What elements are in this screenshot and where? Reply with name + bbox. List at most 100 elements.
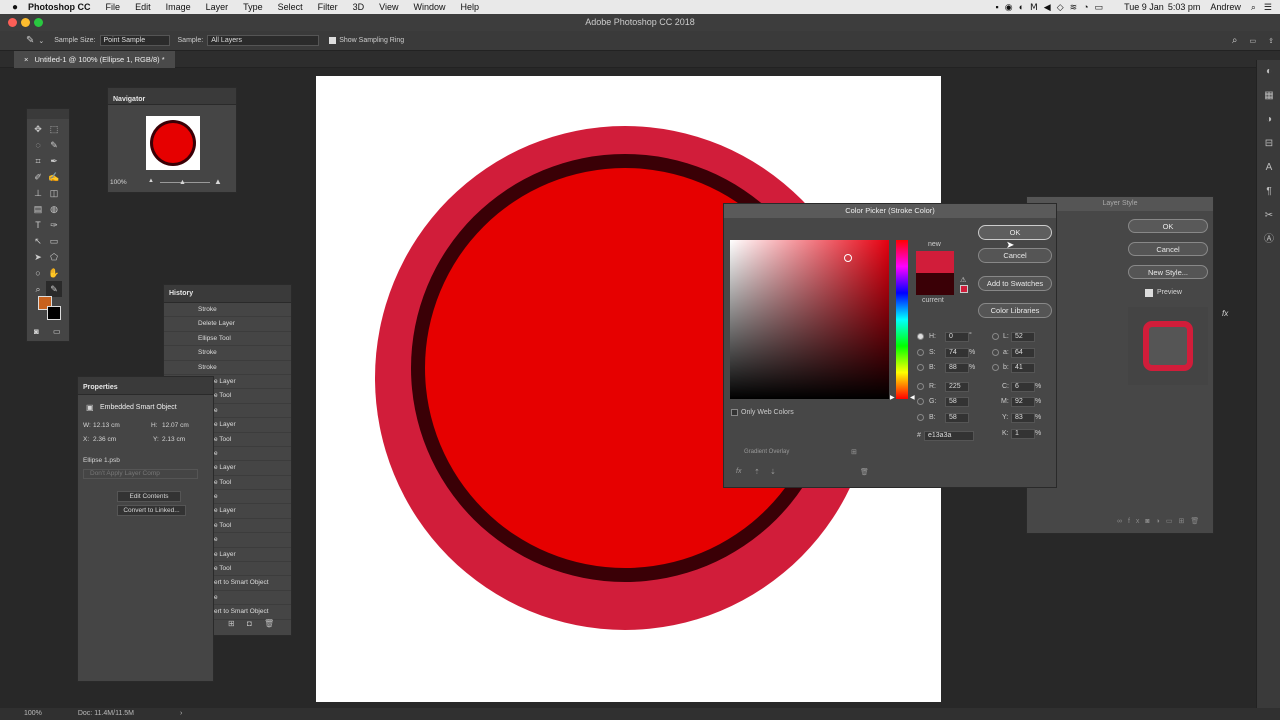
blue-radio[interactable] xyxy=(917,414,924,421)
zoom-tool-icon[interactable]: ⌕ xyxy=(30,281,46,297)
eyedropper-tool-icon[interactable]: ✒ xyxy=(46,153,62,169)
menu-help[interactable]: Help xyxy=(461,2,480,12)
quick-mask-icon[interactable]: ◙ xyxy=(34,327,39,336)
show-sampling-ring-checkbox[interactable] xyxy=(329,37,337,44)
hue-field[interactable]: 0 xyxy=(945,332,969,342)
preview-checkbox[interactable] xyxy=(1145,289,1153,297)
share-icon[interactable]: ⇪ xyxy=(1268,37,1274,45)
direct-select-tool-icon[interactable]: ➤ xyxy=(30,249,46,265)
shape-tool-icon[interactable]: ▭ xyxy=(46,233,62,249)
width-field[interactable]: 12.13 cm xyxy=(93,422,120,429)
zoom-in-icon[interactable]: ▲ xyxy=(214,177,222,186)
layer-style-ok-button[interactable]: OK xyxy=(1128,219,1208,233)
menu-select[interactable]: Select xyxy=(278,2,303,12)
tools-panel-icon[interactable]: ✂ xyxy=(1257,204,1280,228)
menubar-date[interactable]: Tue 9 Jan xyxy=(1124,2,1164,12)
hand-tool-icon[interactable]: ✋ xyxy=(46,265,62,281)
hue-slider[interactable] xyxy=(896,240,908,399)
menu-3d[interactable]: 3D xyxy=(353,2,365,12)
swatches-panel-icon[interactable]: ▦ xyxy=(1257,84,1280,108)
move-down-icon[interactable]: ⇣ xyxy=(770,468,776,476)
lasso-tool-icon[interactable]: ◌ xyxy=(30,137,46,153)
history-item[interactable]: Ellipse Tool xyxy=(164,332,291,347)
hue-slider-left-arrow[interactable]: ▶ xyxy=(890,394,895,401)
eraser-tool-icon[interactable]: ◫ xyxy=(46,185,62,201)
brush-tool-icon[interactable]: ✐ xyxy=(30,169,46,185)
close-tab-icon[interactable]: × xyxy=(24,55,28,64)
menu-filter[interactable]: Filter xyxy=(318,2,338,12)
menu-window[interactable]: Window xyxy=(414,2,446,12)
search-icon[interactable]: ⌕ xyxy=(1232,35,1238,46)
blue-field[interactable]: 58 xyxy=(945,413,969,423)
paragraph-panel-icon[interactable]: ¶ xyxy=(1257,180,1280,204)
properties-panel-icon[interactable]: ⊟ xyxy=(1257,132,1280,156)
sample-select[interactable]: All Layers xyxy=(207,35,320,46)
layer-style-cancel-button[interactable]: Cancel xyxy=(1128,242,1208,256)
b-lab-field[interactable]: 41 xyxy=(1011,363,1035,373)
yellow-field[interactable]: 83 xyxy=(1011,413,1035,423)
only-web-colors-checkbox[interactable] xyxy=(731,409,738,416)
history-item[interactable]: Stroke xyxy=(164,361,291,375)
blur-tool-icon[interactable]: ◍ xyxy=(46,201,62,217)
history-item[interactable]: Delete Layer xyxy=(164,317,291,332)
menu-file[interactable]: File xyxy=(106,2,121,12)
x-field[interactable]: 2.36 cm xyxy=(93,436,116,443)
green-radio[interactable] xyxy=(917,398,924,405)
a-radio[interactable] xyxy=(992,349,999,356)
glyphs-panel-icon[interactable]: Ⓐ xyxy=(1257,228,1280,252)
lightness-field[interactable]: 52 xyxy=(1011,332,1035,342)
edit-contents-button[interactable]: Edit Contents xyxy=(117,491,181,502)
marquee-tool-icon[interactable]: ⬚ xyxy=(46,121,62,137)
move-tool-icon[interactable]: ✥ xyxy=(30,121,46,137)
cancel-button[interactable]: Cancel xyxy=(978,248,1052,263)
color-libraries-button[interactable]: Color Libraries xyxy=(978,303,1052,318)
magenta-field[interactable]: 92 xyxy=(1011,397,1035,407)
gradient-tool-icon[interactable]: ▤ xyxy=(30,201,46,217)
navigator-slider-thumb[interactable]: ▲ xyxy=(179,179,186,186)
tool-preset-chevron-icon[interactable]: ⌄ xyxy=(38,37,44,45)
pen-tool-icon[interactable]: ✑ xyxy=(46,217,62,233)
crop-tool-icon[interactable]: ⌗ xyxy=(30,153,46,169)
menu-app[interactable]: Photoshop CC xyxy=(28,2,91,12)
black-field[interactable]: 1 xyxy=(1011,429,1035,439)
y-field[interactable]: 2.13 cm xyxy=(162,436,185,443)
new-style-button[interactable]: New Style... xyxy=(1128,265,1208,279)
menu-edit[interactable]: Edit xyxy=(135,2,151,12)
color-panel-icon[interactable]: ◐ xyxy=(1257,60,1280,84)
delete-effect-icon[interactable]: 🗑 xyxy=(860,468,869,476)
brightness-field[interactable]: 88 xyxy=(945,363,969,373)
height-field[interactable]: 12.07 cm xyxy=(162,422,189,429)
screen-mode-icon[interactable]: ▭ xyxy=(53,327,61,336)
menu-image[interactable]: Image xyxy=(166,2,191,12)
move-up-icon[interactable]: ⇡ xyxy=(754,468,760,476)
menu-layer[interactable]: Layer xyxy=(206,2,229,12)
trash-icon[interactable]: 🗑 xyxy=(264,619,274,628)
add-to-swatches-button[interactable]: Add to Swatches xyxy=(978,276,1052,291)
document-tab[interactable]: × Untitled-1 @ 100% (Ellipse 1, RGB/8) * xyxy=(14,51,175,68)
menubar-time[interactable]: 5:03 pm xyxy=(1168,2,1201,12)
lightness-radio[interactable] xyxy=(992,333,999,340)
path-select-tool-icon[interactable]: ↖ xyxy=(30,233,46,249)
snapshot-icon[interactable]: ◘ xyxy=(247,619,252,628)
minimize-window-button[interactable] xyxy=(21,18,30,27)
cyan-field[interactable]: 6 xyxy=(1011,382,1035,392)
hue-radio[interactable] xyxy=(917,333,924,340)
fx-menu-icon[interactable]: fx xyxy=(736,468,741,475)
red-field[interactable]: 225 xyxy=(945,382,969,392)
out-of-gamut-icon[interactable]: ⚠ xyxy=(960,276,966,284)
status-menu-arrow[interactable]: › xyxy=(180,710,182,717)
eyedropper-active-tool-icon[interactable]: ✎ xyxy=(46,281,62,297)
navigator-zoom-value[interactable]: 100% xyxy=(110,179,127,186)
sample-size-select[interactable]: Point Sample xyxy=(99,35,170,46)
quick-select-tool-icon[interactable]: ✎ xyxy=(46,137,62,153)
convert-to-linked-button[interactable]: Convert to Linked... xyxy=(117,505,186,516)
red-radio[interactable] xyxy=(917,383,924,390)
ok-button[interactable]: OK xyxy=(978,225,1052,240)
adjustments-panel-icon[interactable]: ◑ xyxy=(1257,108,1280,132)
color-field[interactable] xyxy=(730,240,889,399)
zoom-out-icon[interactable]: ▲ xyxy=(148,178,154,184)
saturation-field[interactable]: 74 xyxy=(945,348,969,358)
notification-icon[interactable]: ☰ xyxy=(1264,2,1272,13)
saturation-radio[interactable] xyxy=(917,349,924,356)
green-field[interactable]: 58 xyxy=(945,397,969,407)
